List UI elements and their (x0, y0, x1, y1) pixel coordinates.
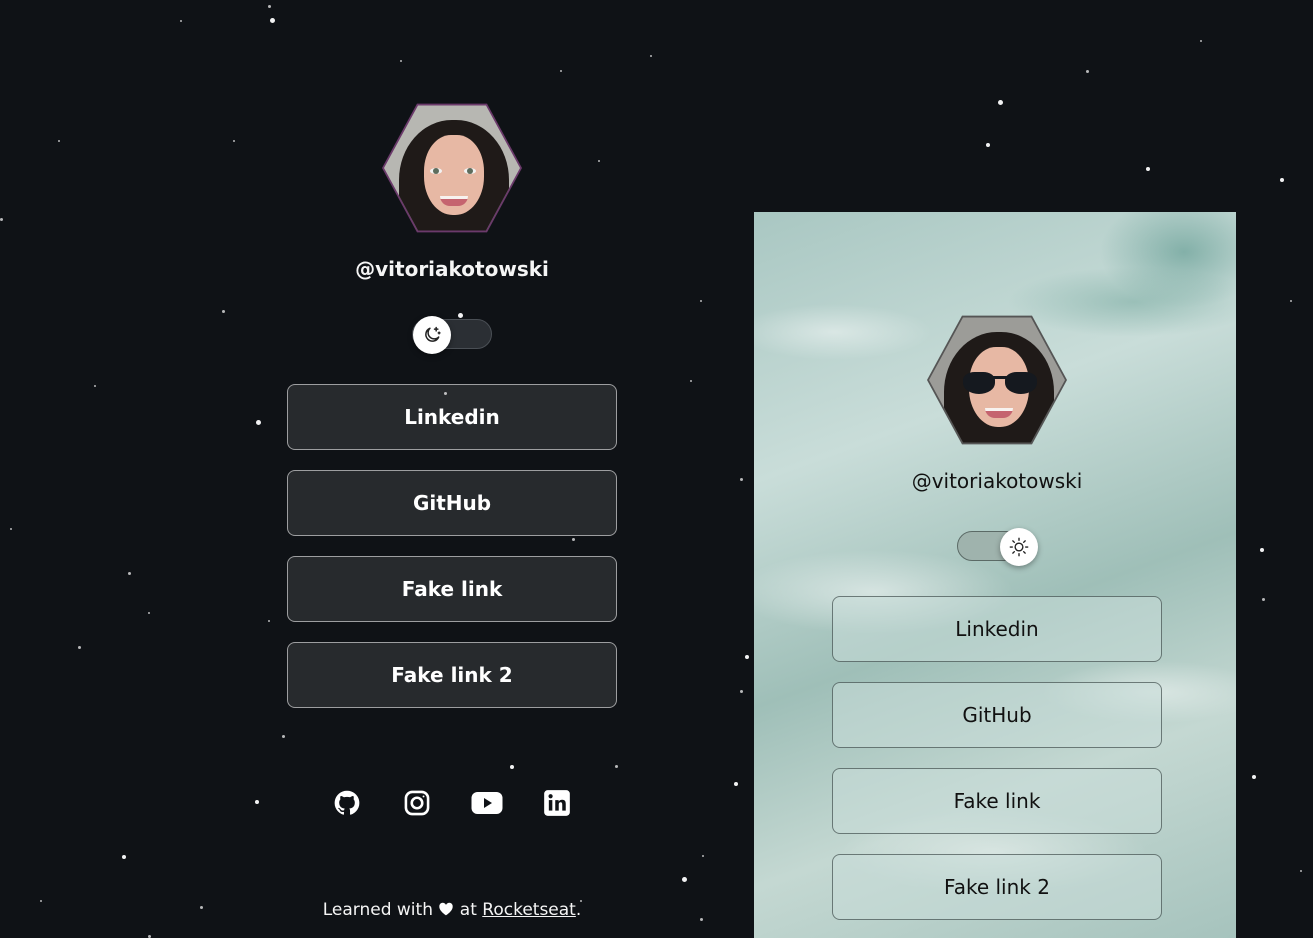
theme-toggle[interactable] (412, 316, 492, 354)
username: @vitoriakotowski (911, 469, 1083, 493)
github-icon[interactable] (330, 786, 364, 820)
link-button-fake-link-2[interactable]: Fake link 2 (287, 642, 617, 708)
link-button-fake-link[interactable]: Fake link (287, 556, 617, 622)
light-profile-content: @vitoriakotowski Linkedin GitHub Fake li… (832, 212, 1162, 938)
light-profile-panel: @vitoriakotowski Linkedin GitHub Fake li… (754, 212, 1236, 938)
sun-icon (1000, 528, 1038, 566)
link-button-github[interactable]: GitHub (287, 470, 617, 536)
social-links (287, 786, 617, 820)
username: @vitoriakotowski (355, 257, 549, 281)
linkedin-icon[interactable] (540, 786, 574, 820)
theme-toggle[interactable] (957, 528, 1038, 566)
footer-middle: at (459, 900, 477, 920)
avatar-sunglasses (927, 310, 1067, 450)
link-button-fake-link[interactable]: Fake link (832, 768, 1162, 834)
link-button-github[interactable]: GitHub (832, 682, 1162, 748)
avatar (382, 98, 522, 238)
sunglasses-icon (963, 372, 1037, 394)
dark-profile-panel: @vitoriakotowski Linkedin GitHub Fake li… (287, 0, 617, 938)
moon-stars-icon (413, 316, 451, 354)
rocketseat-link[interactable]: Rocketseat (482, 900, 576, 920)
link-button-linkedin[interactable]: Linkedin (832, 596, 1162, 662)
link-button-fake-link-2[interactable]: Fake link 2 (832, 854, 1162, 920)
footer-suffix: . (575, 900, 582, 920)
youtube-icon[interactable] (470, 786, 504, 820)
footer-prefix: Learned with (322, 900, 433, 920)
footer: Learned with at Rocketseat. (287, 900, 617, 920)
link-button-linkedin[interactable]: Linkedin (287, 384, 617, 450)
heart-icon (438, 900, 459, 920)
instagram-icon[interactable] (400, 786, 434, 820)
